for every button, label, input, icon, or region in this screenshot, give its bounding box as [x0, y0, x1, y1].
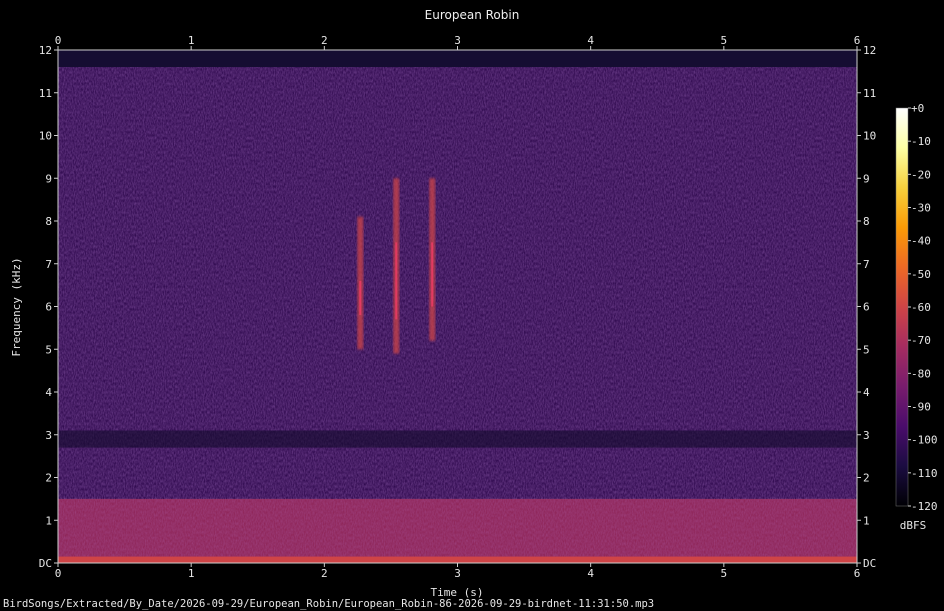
colorbar-tick-label: -40 [911, 235, 931, 248]
y-tick-label-left: 10 [39, 130, 52, 143]
y-tick-label-left: 8 [45, 215, 52, 228]
y-tick-label-right: 12 [863, 44, 876, 57]
colorbar-tick-label: -60 [911, 301, 931, 314]
colorbar-gradient [896, 108, 908, 506]
y-tick-label-left: 12 [39, 44, 52, 57]
x-tick-label-top: 6 [854, 34, 861, 47]
spectrogram-plot [58, 50, 857, 563]
dark-band [58, 430, 857, 448]
colorbar-tick-label: -90 [911, 401, 931, 414]
y-tick-label-left: 2 [45, 472, 52, 485]
y-tick-label-right: 11 [863, 87, 876, 100]
y-tick-label-left: 1 [45, 514, 52, 527]
spectrogram-chart: European Robin 00112233445566DC DC1 12 23 34… [3, 8, 938, 610]
y-tick-label-right: 6 [863, 301, 870, 314]
y-tick-label-right: 1 [863, 514, 870, 527]
y-tick-label-right: 8 [863, 215, 870, 228]
x-tick-label-bottom: 2 [321, 567, 328, 580]
bird-call-core-3 [431, 242, 434, 307]
bird-call-core-1 [359, 280, 362, 316]
x-tick-label-bottom: 0 [55, 567, 62, 580]
y-tick-label-right: 3 [863, 429, 870, 442]
file-path: BirdSongs/Extracted/By_Date/2026-09-29/E… [3, 598, 654, 610]
y-tick-label-left: DC [39, 557, 52, 570]
y-tick-label-left: 5 [45, 343, 52, 356]
x-tick-label-bottom: 3 [454, 567, 461, 580]
colorbar-tick-label: +0 [911, 102, 924, 115]
colorbar-tick-label: -80 [911, 367, 931, 380]
x-tick-label-top: 0 [55, 34, 62, 47]
low-frequency-texture [58, 498, 857, 563]
y-tick-label-left: 3 [45, 429, 52, 442]
x-tick-label-bottom: 6 [854, 567, 861, 580]
x-tick-label-bottom: 4 [587, 567, 594, 580]
y-tick-label-right: 9 [863, 172, 870, 185]
colorbar-tick-label: -100 [911, 434, 938, 447]
colorbar-label: dBFS [900, 519, 927, 532]
x-tick-label-bottom: 1 [188, 567, 195, 580]
x-tick-label-top: 2 [321, 34, 328, 47]
y-tick-label-left: 7 [45, 258, 52, 271]
x-tick-label-top: 4 [587, 34, 594, 47]
y-tick-label-left: 6 [45, 301, 52, 314]
y-tick-label-right: 2 [863, 472, 870, 485]
dc-band [58, 556, 857, 563]
colorbar-tick-label: -30 [911, 202, 931, 215]
x-tick-label-bottom: 5 [721, 567, 728, 580]
colorbar-tick-label: -20 [911, 168, 931, 181]
y-tick-label-right: 5 [863, 343, 870, 356]
y-tick-label-right: DC [863, 557, 876, 570]
x-tick-label-top: 3 [454, 34, 461, 47]
colorbar: +0 -10 -20 -30 -40 -50 -60 -70 -80 -90 -100 -110 -12… [895, 102, 938, 532]
x-tick-label-top: 1 [188, 34, 195, 47]
y-axis-label: Frequency (kHz) [10, 257, 23, 356]
colorbar-tick-label: -10 [911, 135, 931, 148]
y-tick-label-right: 4 [863, 386, 870, 399]
colorbar-tick-label: -120 [911, 500, 938, 513]
colorbar-ticks: +0 -10 -20 -30 -40 -50 -60 -70 -80 -90 -100 -110 -12… [908, 102, 938, 513]
x-tick-label-top: 5 [721, 34, 728, 47]
y-tick-label-left: 9 [45, 172, 52, 185]
y-tick-label-right: 7 [863, 258, 870, 271]
colorbar-tick-label: -50 [911, 268, 931, 281]
colorbar-tick-label: -70 [911, 334, 931, 347]
colorbar-tick-label: -110 [911, 467, 938, 480]
chart-title: European Robin [425, 8, 520, 22]
y-tick-label-left: 4 [45, 386, 52, 399]
y-tick-label-left: 11 [39, 87, 52, 100]
y-tick-label-right: 10 [863, 130, 876, 143]
bird-call-core-2 [395, 242, 398, 320]
